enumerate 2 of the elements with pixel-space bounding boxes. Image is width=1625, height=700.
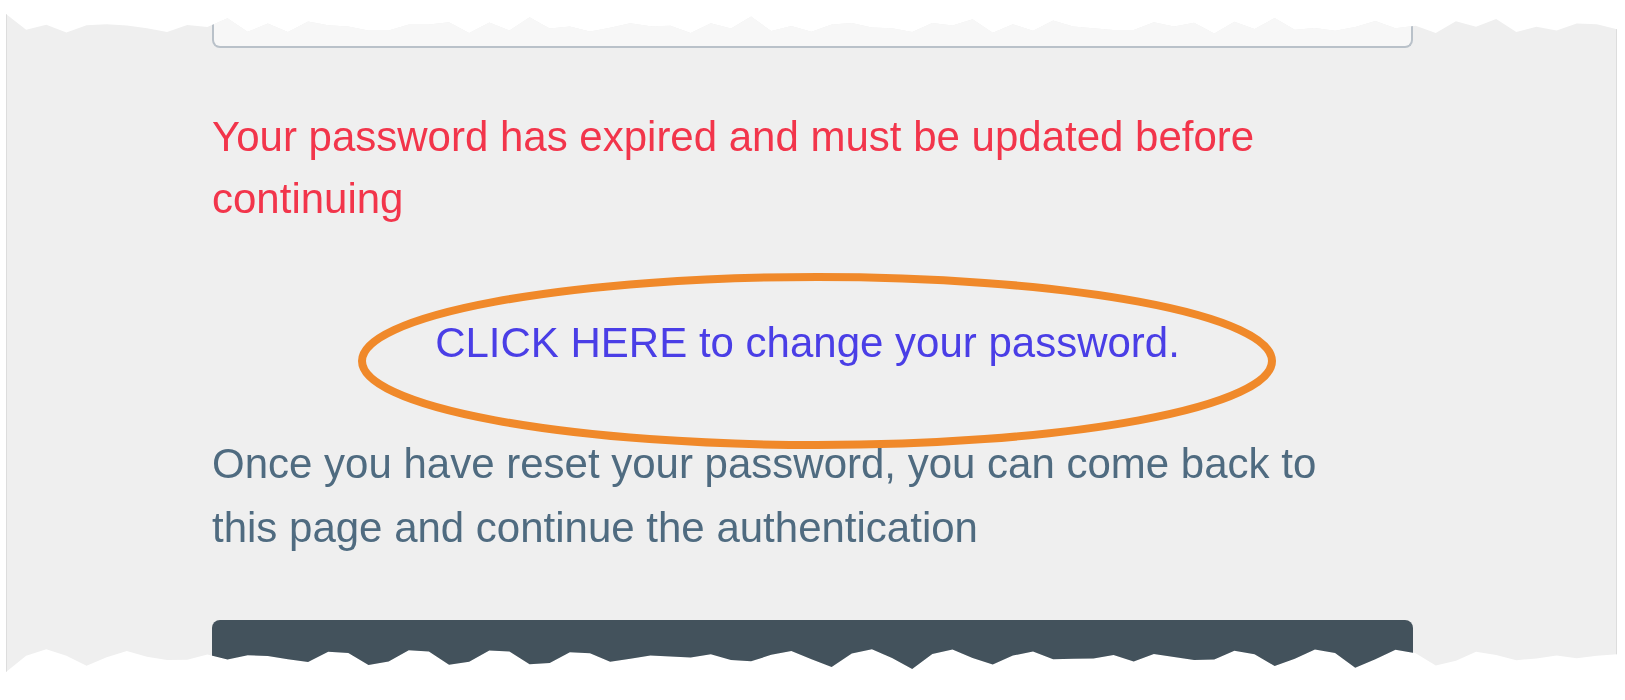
error-message: Your password has expired and must be updated before continuing bbox=[212, 112, 1256, 224]
info-message: Once you have reset your password, you can come back to this page and continue the authentication bbox=[212, 439, 1318, 553]
